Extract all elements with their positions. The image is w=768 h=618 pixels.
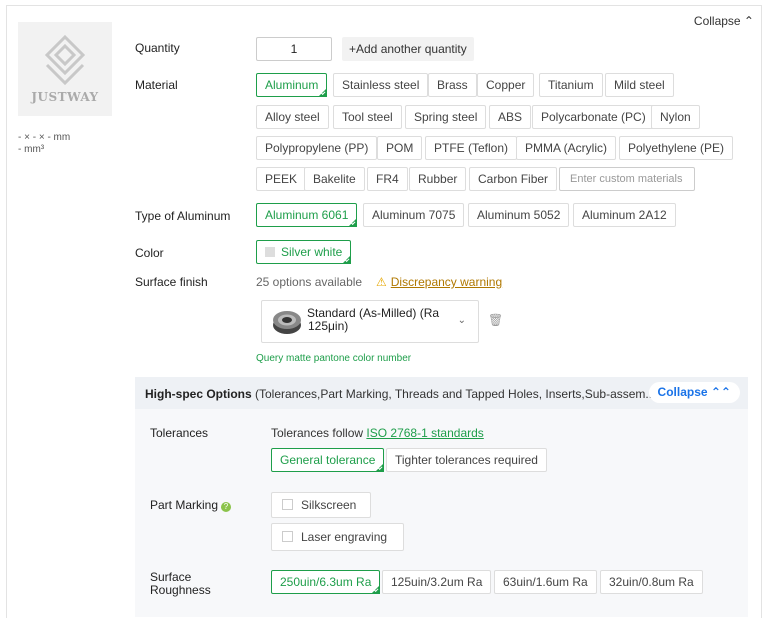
material-option-abs[interactable]: ABS [489,105,532,129]
material-option-mild-steel[interactable]: Mild steel [605,73,674,97]
material-option-pom[interactable]: POM [377,136,423,160]
type-option-7075[interactable]: Aluminum 7075 [363,203,465,227]
marking-option-laser-engraving[interactable]: Laser engraving [271,523,405,551]
surface-finish-select[interactable]: Standard (As-Milled) (Ra 125μin) ⌄ [261,300,479,343]
material-option-carbon-fiber[interactable]: Carbon Fiber [469,167,558,191]
custom-material-input[interactable]: Enter custom materials [559,167,695,191]
material-option-polypropylene[interactable]: Polypropylene (PP) [256,136,378,160]
discrepancy-warning-link[interactable]: Discrepancy warning [391,275,502,289]
tolerances-text: Tolerances follow ISO 2768-1 standards [271,426,484,440]
justway-logo-icon [44,34,86,86]
highspec-collapse-button[interactable]: Collapse ⌃⌃ [648,382,740,403]
tolerances-text-prefix: Tolerances follow [271,426,367,440]
material-option-brass[interactable]: Brass [428,73,477,97]
type-option-5052[interactable]: Aluminum 5052 [468,203,570,227]
material-option-stainless-steel[interactable]: Stainless steel [333,73,429,97]
material-option-spring-steel[interactable]: Spring steel [405,105,487,129]
color-swatch [265,247,275,257]
material-option-alloy-steel[interactable]: Alloy steel [256,105,329,129]
marking-option-label: Laser engraving [301,530,388,544]
roughness-label: Surface Roughness [150,571,211,597]
roughness-option-32[interactable]: 32uin/0.8um Ra [600,570,703,594]
collapse-button[interactable]: Collapse ⌃ [694,14,754,28]
part-marking-label-text: Part Marking [150,498,219,512]
roughness-option-63[interactable]: 63uin/1.6um Ra [494,570,597,594]
milled-part-icon [273,311,301,334]
finish-value: Standard (As-Milled) (Ra 125μin) [307,307,447,333]
highspec-header: High-spec Options (Tolerances,Part Marki… [135,377,748,409]
highspec-title: High-spec Options (Tolerances,Part Marki… [145,387,659,401]
material-option-tool-steel[interactable]: Tool steel [333,105,402,129]
material-option-pmma[interactable]: PMMA (Acrylic) [516,136,616,160]
material-option-bakelite[interactable]: Bakelite [304,167,365,191]
surface-finish-label: Surface finish [135,275,208,289]
highspec-subtitle: (Tolerances,Part Marking, Threads and Ta… [255,387,660,401]
discrepancy-warning[interactable]: ⚠ Discrepancy warning [376,275,502,289]
iso-standards-link[interactable]: ISO 2768-1 standards [366,426,483,440]
dims-size: - × - × - mm [18,132,71,143]
type-option-6061[interactable]: Aluminum 6061 [256,203,358,227]
roughness-option-125[interactable]: 125uin/3.2um Ra [382,570,492,594]
warning-icon: ⚠ [376,275,387,289]
tolerance-option-tighter[interactable]: Tighter tolerances required [386,448,547,472]
marking-option-silkscreen[interactable]: Silkscreen [271,492,372,518]
chevron-down-icon: ⌄ [457,315,466,326]
quantity-input[interactable]: 1 [256,37,332,61]
material-option-fr4[interactable]: FR4 [367,167,408,191]
tolerances-label: Tolerances [150,426,209,440]
roughness-label-line2: Roughness [150,583,211,597]
trash-icon[interactable]: 🗑 [488,313,503,327]
material-option-polycarbonate[interactable]: Polycarbonate (PC) [532,105,655,129]
quantity-label: Quantity [135,41,180,55]
help-icon[interactable]: ? [221,502,232,512]
tolerance-option-general[interactable]: General tolerance [271,448,385,472]
material-option-ptfe[interactable]: PTFE (Teflon) [425,136,518,160]
color-option-label: Silver white [281,245,343,259]
part-dimensions: - × - × - mm - mm³ [18,132,70,156]
color-option-silver-white[interactable]: Silver white [256,240,352,264]
marking-option-label: Silkscreen [301,498,357,512]
dims-volume: - mm³ [18,144,45,155]
checkbox-icon [282,531,293,542]
finish-value-line2: 125μin) [308,319,349,333]
roughness-option-250[interactable]: 250uin/6.3um Ra [271,570,381,594]
material-option-aluminum[interactable]: Aluminum [256,73,328,97]
logo-text: JUSTWAY [31,90,99,104]
material-option-polyethylene[interactable]: Polyethylene (PE) [619,136,734,160]
material-option-copper[interactable]: Copper [477,73,535,97]
material-option-peek[interactable]: PEEK [256,167,307,191]
options-available: 25 options available [256,275,363,289]
part-marking-label: Part Marking? [150,498,232,512]
material-option-rubber[interactable]: Rubber [409,167,467,191]
material-option-titanium[interactable]: Titanium [539,73,603,97]
checkbox-icon [282,499,293,510]
pantone-query-link[interactable]: Query matte pantone color number [256,353,411,364]
type-label: Type of Aluminum [135,209,231,223]
material-option-nylon[interactable]: Nylon [651,105,700,129]
material-label: Material [135,78,178,92]
type-option-2a12[interactable]: Aluminum 2A12 [573,203,676,227]
color-label: Color [135,246,164,260]
add-quantity-button[interactable]: +Add another quantity [342,37,474,61]
highspec-title-bold: High-spec Options [145,387,252,401]
part-thumbnail: JUSTWAY [18,22,112,116]
